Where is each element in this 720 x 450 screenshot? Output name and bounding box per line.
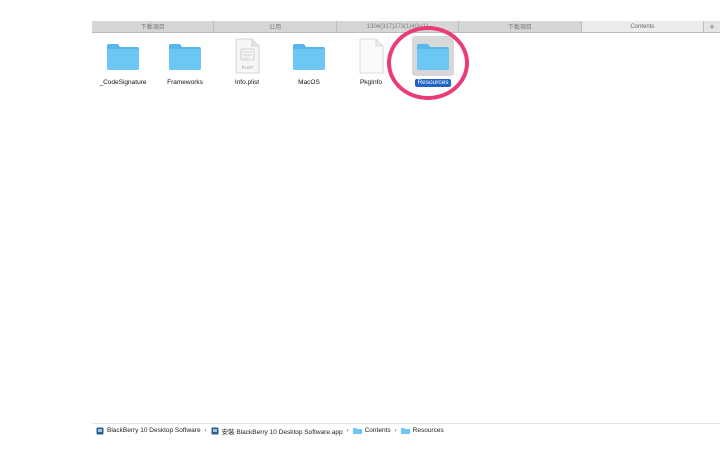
folder-icon [400,427,410,434]
crumb-label: Resources [412,427,444,434]
folder-icon [288,36,330,76]
tab-downloads-2[interactable]: 下載項目 [459,21,582,32]
new-tab-button[interactable]: + [704,21,720,32]
plist-file-icon: PLIST [226,36,268,76]
finder-window: 下載項目 公用 1304(317)273(1)40s(1) 下載項目 Conte… [0,0,720,450]
path-crumb-blackberry[interactable]: BlackBerry 10 Desktop Software [96,427,201,435]
file-label: PkgInfo [359,79,383,86]
path-crumb-resources[interactable]: Resources [400,427,444,434]
tab-folder[interactable]: 1304(317)273(1)40s(1) [337,21,460,32]
tab-bar: 下載項目 公用 1304(317)273(1)40s(1) 下載項目 Conte… [92,21,720,33]
folder-icon [412,36,454,76]
file-grid: _CodeSignature Frameworks PLIST Info.pli… [92,36,492,96]
crumb-label: Contents [364,427,391,434]
crumb-label: 安裝 BlackBerry 10 Desktop Software.app [221,428,343,436]
tab-downloads-1[interactable]: 下載項目 [92,21,215,32]
file-label: _CodeSignature [99,79,147,86]
folder-icon [102,36,144,76]
path-crumb-installer-app[interactable]: 安裝 BlackBerry 10 Desktop Software.app [211,426,343,436]
path-crumb-contents[interactable]: Contents [352,427,391,434]
file-item-macos[interactable]: MacOS [278,36,340,92]
file-item-frameworks[interactable]: Frameworks [154,36,216,92]
folder-icon [352,427,362,434]
file-label: Frameworks [167,79,203,86]
app-icon [211,427,219,435]
file-label: Info.plist [234,79,260,86]
tab-contents[interactable]: Contents [581,21,705,32]
chevron-right-icon: › [394,427,397,434]
folder-icon [164,36,206,76]
file-item-info-plist[interactable]: PLIST Info.plist [216,36,278,92]
plist-badge: PLIST [242,65,254,70]
chevron-right-icon: › [346,427,349,434]
path-bar: BlackBerry 10 Desktop Software › 安裝 Blac… [92,423,720,437]
tab-public[interactable]: 公用 [214,21,337,32]
crumb-label: BlackBerry 10 Desktop Software [107,427,201,434]
file-item-resources[interactable]: Resources [402,36,464,92]
file-label-selected: Resources [415,79,451,87]
file-item-codesignature[interactable]: _CodeSignature [92,36,154,92]
document-icon [350,36,392,76]
file-item-pkginfo[interactable]: PkgInfo [340,36,402,92]
chevron-right-icon: › [204,427,207,434]
app-icon [96,427,104,435]
file-label: MacOS [298,79,320,86]
